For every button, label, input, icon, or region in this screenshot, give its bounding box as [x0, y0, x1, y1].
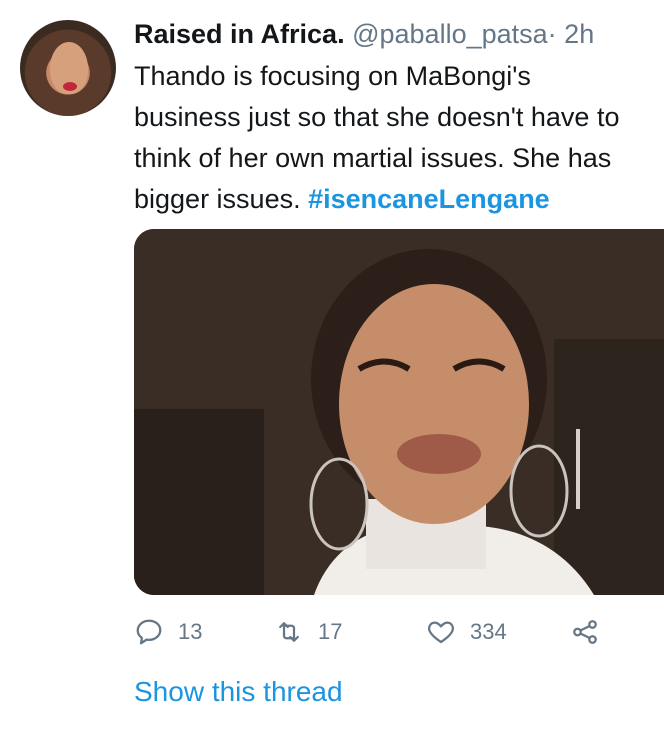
- reply-icon: [136, 619, 162, 645]
- share-action[interactable]: [570, 612, 600, 652]
- like-count: 334: [470, 619, 507, 644]
- tweet-time[interactable]: 2h: [564, 19, 594, 49]
- tweet-actions: 13 17 334: [134, 612, 654, 652]
- separator-dot: ·: [547, 19, 557, 49]
- reply-action[interactable]: 13: [134, 612, 202, 652]
- share-icon: [573, 620, 597, 644]
- show-thread-link[interactable]: Show this thread: [134, 672, 343, 712]
- avatar[interactable]: [20, 20, 116, 116]
- user-handle[interactable]: @paballo_patsa: [352, 19, 548, 49]
- tweet-header: Raised in Africa. @paballo_patsa· 2h: [134, 14, 664, 54]
- reply-count: 13: [178, 619, 203, 644]
- display-name[interactable]: Raised in Africa.: [134, 19, 345, 49]
- heart-icon: [428, 621, 454, 644]
- tweet-text: Thando is focusing on MaBongi's business…: [134, 56, 664, 220]
- retweet-action[interactable]: 17: [274, 612, 342, 652]
- retweet-icon: [279, 622, 299, 642]
- retweet-count: 17: [318, 619, 343, 644]
- avatar-lips: [63, 82, 77, 91]
- tweet-media-photo[interactable]: [134, 229, 664, 595]
- like-action[interactable]: 334: [426, 612, 507, 652]
- photo-illustration: [134, 229, 664, 595]
- hashtag-link[interactable]: #isencaneLengane: [308, 184, 550, 214]
